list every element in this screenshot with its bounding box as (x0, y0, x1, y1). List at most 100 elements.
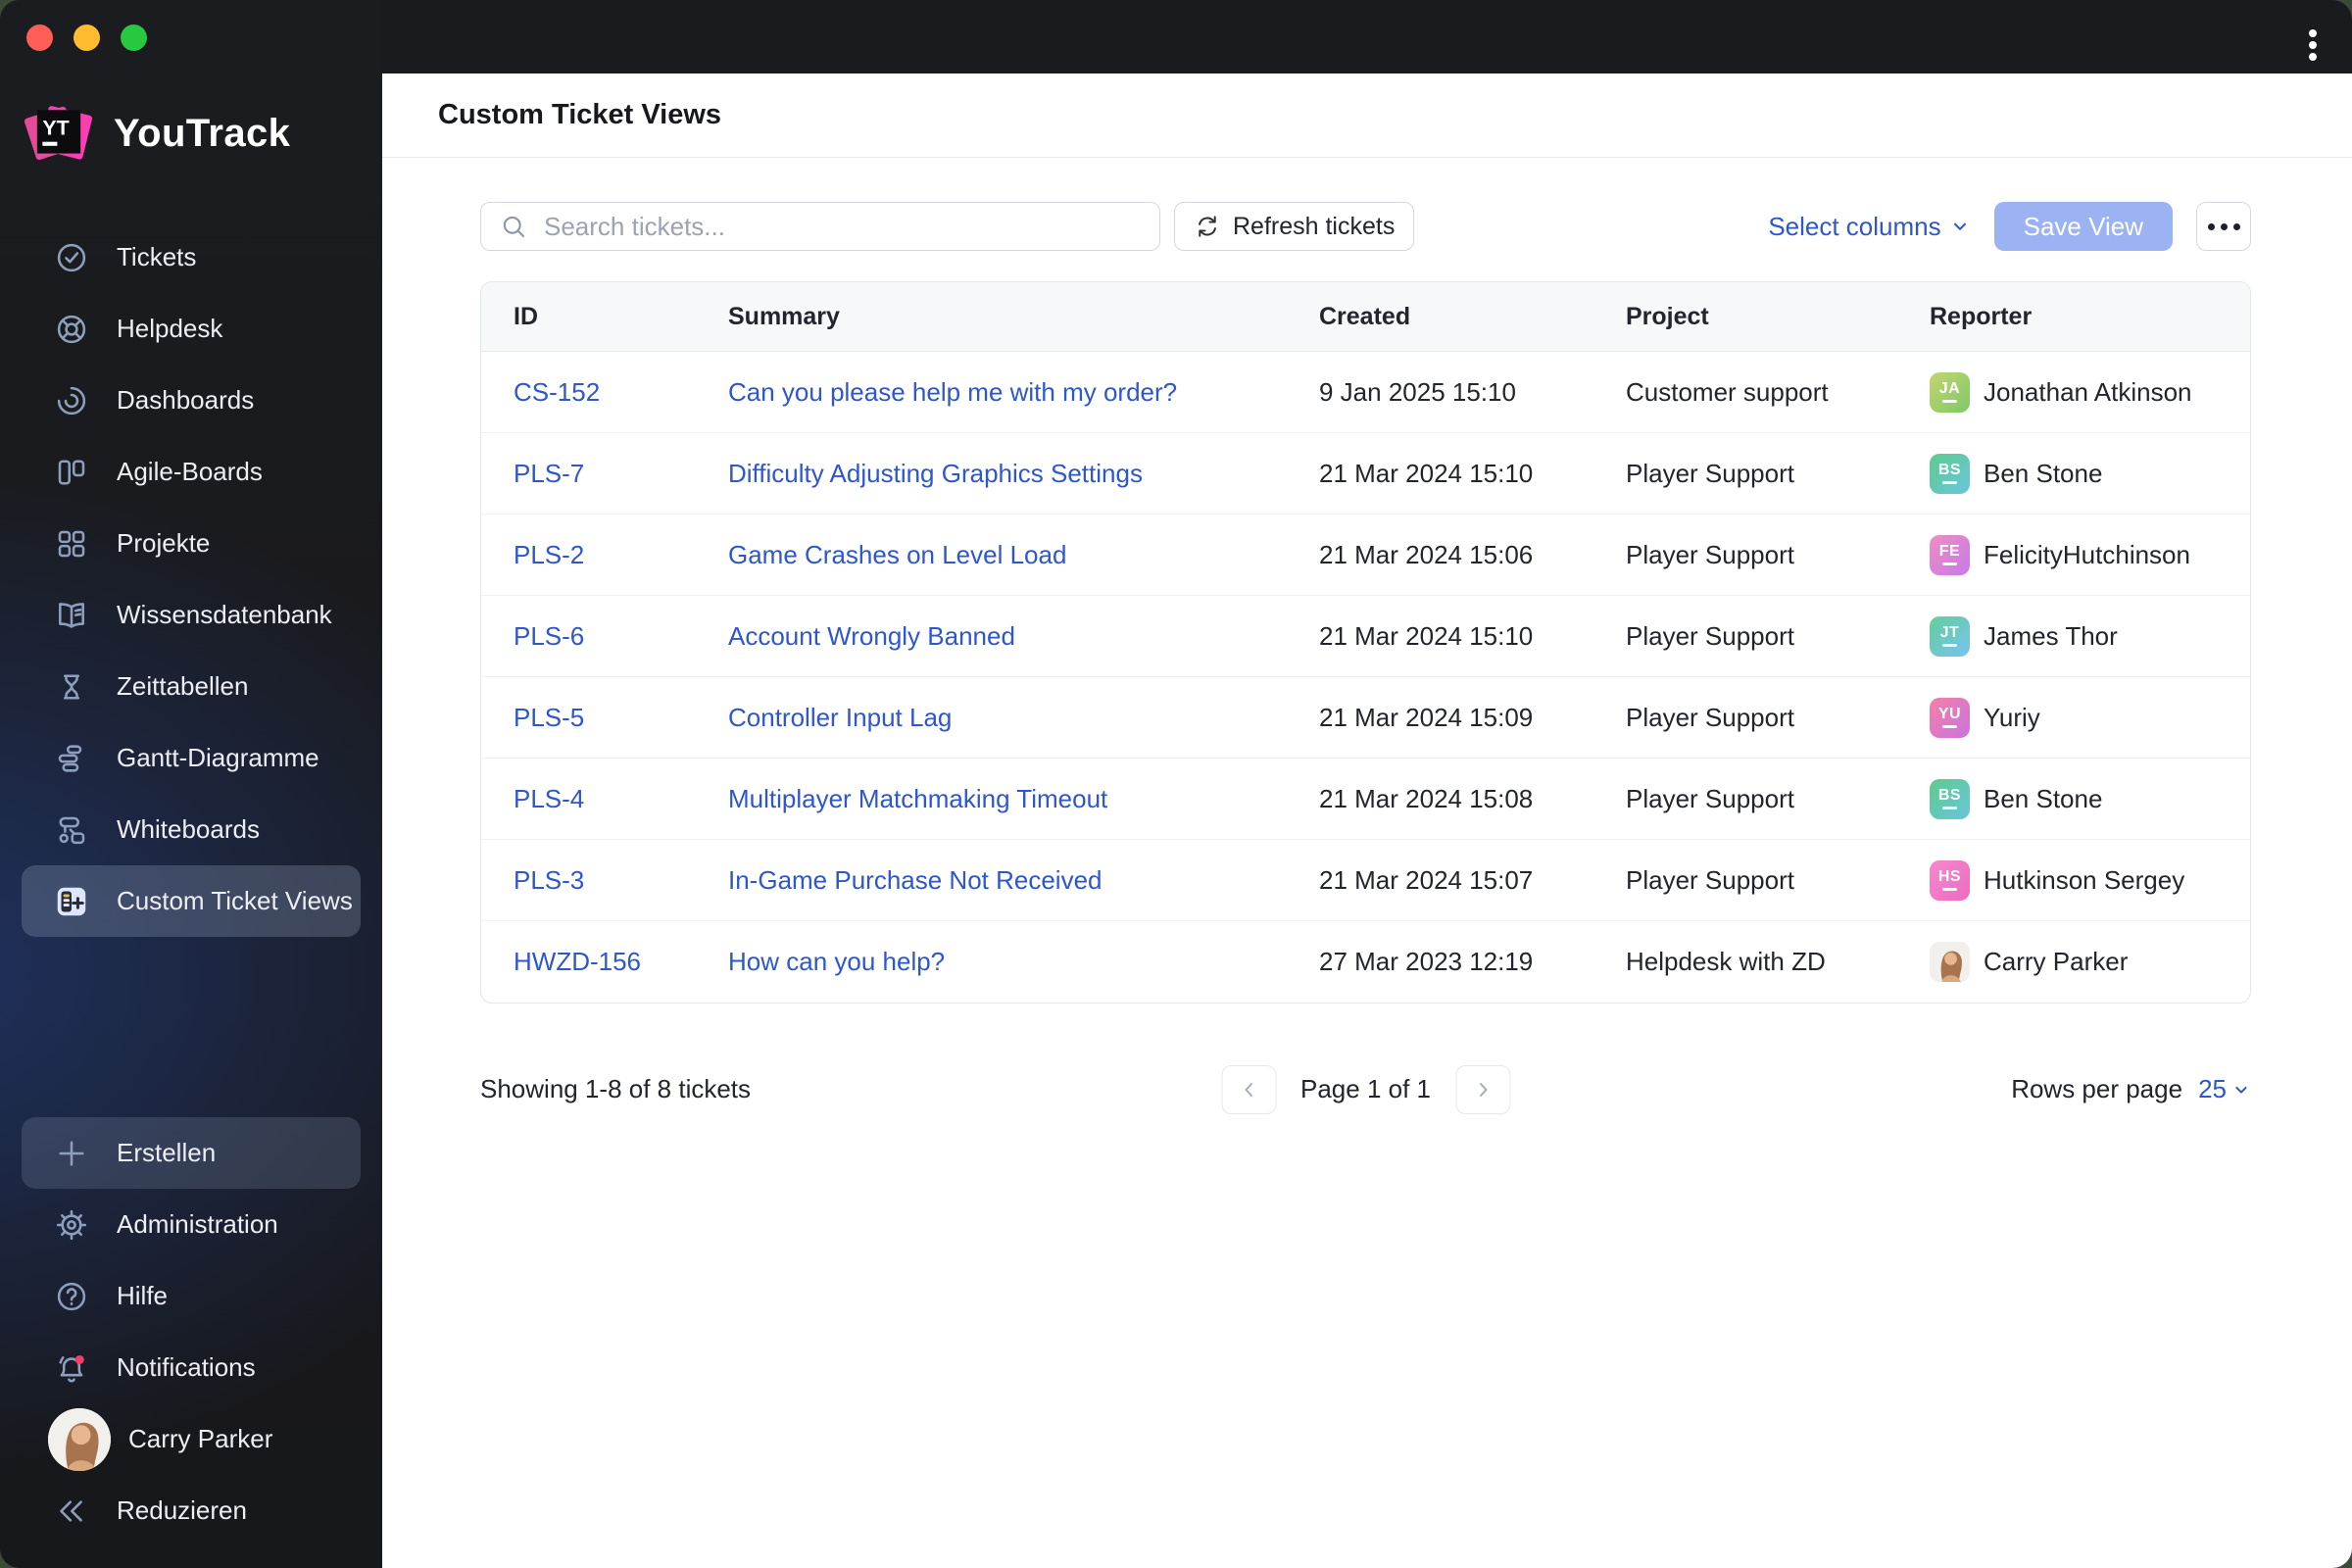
reporter-name: Hutkinson Sergey (1984, 864, 2185, 895)
ticket-summary-link[interactable]: Difficulty Adjusting Graphics Settings (728, 459, 1143, 488)
pagination: Showing 1-8 of 8 tickets Page 1 of 1 Row… (480, 1064, 2251, 1114)
ticket-id-link[interactable]: PLS-4 (514, 784, 584, 813)
ticket-id-link[interactable]: PLS-6 (514, 621, 584, 651)
close-window-button[interactable] (26, 24, 53, 51)
sidebar-item-icon (54, 669, 89, 705)
column-header-id[interactable]: ID (481, 303, 728, 331)
reporter-avatar: HS (1930, 859, 1970, 901)
ticket-row: PLS-6 Account Wrongly Banned 21 Mar 2024… (481, 596, 2250, 677)
next-page-button[interactable] (1455, 1064, 1510, 1114)
column-header-reporter[interactable]: Reporter (1930, 303, 2250, 331)
select-columns-dropdown[interactable]: Select columns (1768, 212, 1970, 242)
reporter-name: James Thor (1984, 620, 2118, 651)
sidebar-item[interactable]: Administration (22, 1189, 361, 1260)
sidebar-footer-nav: Erstellen Administration Hilfe Notificat… (0, 1117, 382, 1568)
sidebar-item[interactable]: Gantt-Diagramme (22, 722, 361, 794)
ticket-summary-link[interactable]: Can you please help me with my order? (728, 377, 1177, 407)
sidebar-item-label: Carry Parker (128, 1424, 273, 1453)
sidebar-item-label: Helpdesk (117, 314, 223, 343)
save-view-button[interactable]: Save View (1993, 202, 2173, 251)
search-box[interactable] (480, 202, 1160, 251)
ticket-id-link[interactable]: CS-152 (514, 377, 600, 407)
more-actions-button[interactable] (2196, 202, 2251, 251)
column-header-project[interactable]: Project (1626, 303, 1930, 331)
sidebar-item-icon (54, 1494, 89, 1529)
reporter-initials: JT (1940, 625, 1960, 647)
ticket-created: 21 Mar 2024 15:08 (1319, 783, 1534, 813)
ticket-created: 27 Mar 2023 12:19 (1319, 947, 1534, 976)
sidebar-item-icon (54, 312, 89, 347)
sidebar-item[interactable]: Agile-Boards (22, 436, 361, 508)
toolbar-right: Select columns Save View (1768, 202, 2251, 251)
sidebar-item[interactable]: Carry Parker (22, 1403, 361, 1475)
refresh-tickets-button[interactable]: Refresh tickets (1174, 202, 1415, 251)
sidebar-item[interactable]: Custom Ticket Views (22, 865, 361, 937)
reporter-cell: YU Yuriy (1930, 697, 2250, 738)
sidebar-item[interactable]: Projekte (22, 508, 361, 579)
column-header-summary[interactable]: Summary (728, 303, 1319, 331)
reporter-avatar (1930, 942, 1970, 982)
ticket-id-link[interactable]: PLS-5 (514, 703, 584, 732)
chevron-left-icon (1237, 1078, 1260, 1102)
maximize-window-button[interactable] (121, 24, 147, 51)
app-window: YT YouTrack Tickets Helpdesk Dashboards … (0, 0, 2352, 1568)
ticket-id-link[interactable]: PLS-7 (514, 459, 584, 488)
sidebar-item-icon (54, 1136, 89, 1171)
ticket-summary-link[interactable]: How can you help? (728, 947, 945, 976)
pagination-summary: Showing 1-8 of 8 tickets (480, 1074, 752, 1103)
reporter-avatar: BS (1930, 778, 1970, 819)
reporter-cell: FE FelicityHutchinson (1930, 534, 2250, 575)
prev-page-button[interactable] (1221, 1064, 1276, 1114)
sidebar-item[interactable]: Tickets (22, 221, 361, 293)
sidebar-item[interactable]: Wissensdatenbank (22, 579, 361, 651)
select-columns-label: Select columns (1768, 211, 1941, 241)
sidebar-item[interactable]: Hilfe (22, 1260, 361, 1332)
sidebar-item-label: Custom Ticket Views (117, 886, 353, 915)
sidebar-item-icon (54, 812, 89, 848)
reporter-cell: JT James Thor (1930, 615, 2250, 657)
search-input[interactable] (542, 210, 1142, 243)
sidebar-item[interactable]: Helpdesk (22, 293, 361, 365)
sidebar-item[interactable]: Notifications (22, 1332, 361, 1403)
rows-per-page-label: Rows per page (2011, 1074, 2183, 1103)
column-header-created[interactable]: Created (1319, 303, 1626, 331)
window-menu-button[interactable] (2303, 24, 2323, 67)
sidebar-item[interactable]: Zeittabellen (22, 651, 361, 722)
sidebar-item[interactable]: Whiteboards (22, 794, 361, 865)
rows-per-page-select[interactable]: 25 (2198, 1074, 2251, 1104)
reporter-cell: Carry Parker (1930, 942, 2250, 982)
sidebar-item[interactable]: Erstellen (22, 1117, 361, 1189)
youtrack-logo-icon: YT (24, 106, 93, 161)
sidebar-item-label: Reduzieren (117, 1495, 247, 1525)
sidebar-item[interactable]: Dashboards (22, 365, 361, 436)
sidebar-item[interactable]: Reduzieren (22, 1475, 361, 1546)
sidebar-item-icon (54, 1350, 89, 1386)
sidebar-item-label: Notifications (117, 1352, 256, 1382)
table-body: CS-152 Can you please help me with my or… (481, 352, 2250, 1003)
reporter-initials: BS (1938, 463, 1961, 484)
pagination-controls: Page 1 of 1 (1221, 1064, 1510, 1114)
minimize-window-button[interactable] (74, 24, 100, 51)
ticket-summary-link[interactable]: Account Wrongly Banned (728, 621, 1015, 651)
ticket-id-link[interactable]: PLS-3 (514, 865, 584, 895)
reporter-cell: BS Ben Stone (1930, 778, 2250, 819)
sidebar-item-label: Administration (117, 1209, 278, 1239)
reporter-cell: BS Ben Stone (1930, 453, 2250, 494)
ticket-row: PLS-7 Difficulty Adjusting Graphics Sett… (481, 433, 2250, 514)
page-title: Custom Ticket Views (438, 99, 722, 130)
sidebar-item-label: Zeittabellen (117, 671, 249, 701)
ticket-summary-link[interactable]: In-Game Purchase Not Received (728, 865, 1102, 895)
ticket-summary-link[interactable]: Multiplayer Matchmaking Timeout (728, 784, 1107, 813)
ticket-project: Helpdesk with ZD (1626, 947, 1826, 976)
sidebar-item-icon (54, 741, 89, 776)
ticket-summary-link[interactable]: Controller Input Lag (728, 703, 952, 732)
ticket-project: Player Support (1626, 539, 1794, 569)
reporter-name: Yuriy (1984, 702, 2040, 732)
reporter-photo-icon (1930, 942, 1970, 982)
ticket-summary-link[interactable]: Game Crashes on Level Load (728, 540, 1066, 569)
ticket-created: 21 Mar 2024 15:07 (1319, 864, 1534, 895)
ticket-id-link[interactable]: HWZD-156 (514, 947, 641, 976)
reporter-name: Jonathan Atkinson (1984, 376, 2192, 407)
reporter-avatar: YU (1930, 697, 1970, 738)
ticket-id-link[interactable]: PLS-2 (514, 540, 584, 569)
